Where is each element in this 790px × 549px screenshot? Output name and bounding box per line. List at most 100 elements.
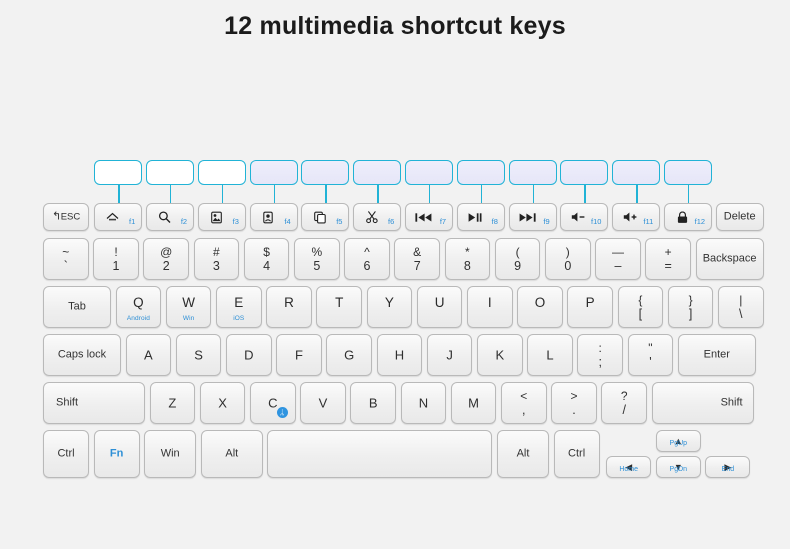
key-h[interactable]: H bbox=[376, 334, 423, 376]
key-u[interactable]: U bbox=[416, 286, 463, 328]
key-f7[interactable]: f7 bbox=[404, 203, 454, 231]
key-2[interactable]: @2 bbox=[143, 238, 189, 280]
key-9[interactable]: (9 bbox=[494, 238, 541, 280]
keyboard: ↰ ESC f1 f2 f3 f4 f5 f6 f7 f8 f9 f10 f11 f12 Delete ~ `!… bbox=[0, 0, 790, 549]
key-label: Ctrl bbox=[568, 447, 586, 460]
key-punct-1[interactable]: " ' bbox=[627, 334, 674, 376]
key-tab[interactable]: Tab bbox=[43, 286, 111, 328]
key-shiftpunct-2[interactable]: ? / bbox=[601, 382, 647, 424]
key-7[interactable]: & 7 bbox=[394, 238, 440, 280]
key-f8[interactable]: f8 bbox=[456, 203, 505, 231]
key-z[interactable]: Z bbox=[149, 382, 196, 424]
key-punct-0[interactable]: :; bbox=[577, 334, 623, 376]
key-l[interactable]: L bbox=[527, 334, 573, 376]
key-f4[interactable]: f4 bbox=[249, 203, 298, 231]
function-key-number: f3 bbox=[232, 216, 239, 226]
key-f2[interactable]: f2 bbox=[145, 203, 195, 231]
key-arrow-right[interactable]: ▶ End bbox=[705, 456, 751, 478]
key-shiftpunct-1[interactable]: >. bbox=[551, 382, 597, 424]
key-label: R bbox=[284, 295, 294, 310]
key-5[interactable]: % 5 bbox=[294, 238, 340, 280]
key-lower-label: ` bbox=[63, 258, 68, 273]
key-f9[interactable]: f9 bbox=[508, 203, 557, 231]
key-x[interactable]: X bbox=[199, 382, 246, 424]
key-m[interactable]: M bbox=[450, 382, 497, 424]
key-space[interactable] bbox=[267, 430, 493, 478]
key-label: G bbox=[344, 347, 355, 363]
key-ctrl-left[interactable]: Ctrl bbox=[43, 430, 89, 478]
key-escape[interactable]: ↰ ESC bbox=[43, 203, 89, 231]
key-upper-label: " bbox=[648, 341, 653, 355]
lock-icon bbox=[674, 210, 691, 225]
key-f1[interactable]: f1 bbox=[94, 203, 143, 231]
key-b[interactable]: B bbox=[350, 382, 396, 424]
key-upper-label: > bbox=[570, 389, 578, 403]
key-r[interactable]: R bbox=[266, 286, 312, 328]
key-f[interactable]: F bbox=[276, 334, 322, 376]
key-bracket-2[interactable]: | \ bbox=[718, 286, 764, 328]
key-o[interactable]: O bbox=[517, 286, 563, 328]
key-lower-label: 8 bbox=[463, 258, 471, 273]
key-bracket-1[interactable]: }] bbox=[667, 286, 714, 328]
key-e[interactable]: EiOS bbox=[216, 286, 262, 328]
key-arrow-up[interactable]: ▲ PgUp bbox=[655, 430, 701, 452]
key-f3[interactable]: f3 bbox=[197, 203, 246, 231]
key-label: B bbox=[368, 395, 378, 411]
key-j[interactable]: J bbox=[426, 334, 473, 376]
key-arrow-down[interactable]: ▼ PgDn bbox=[655, 456, 701, 478]
key-g[interactable]: G bbox=[326, 334, 372, 376]
key-lower-label: = bbox=[664, 258, 672, 273]
key-ctrl-right[interactable]: Ctrl bbox=[553, 430, 600, 478]
key-–[interactable]: — – bbox=[595, 238, 641, 280]
key-shiftpunct-0[interactable]: <, bbox=[501, 382, 547, 424]
key-i[interactable]: I bbox=[467, 286, 513, 328]
key-c[interactable]: Cᛦ bbox=[250, 382, 296, 424]
volume-down-icon bbox=[570, 210, 587, 225]
key-a[interactable]: A bbox=[125, 334, 172, 376]
key-w[interactable]: W Win bbox=[165, 286, 212, 328]
key-bracket-0[interactable]: {[ bbox=[617, 286, 664, 328]
key-f11[interactable]: f11 bbox=[612, 203, 661, 231]
key-lower-label: 2 bbox=[162, 258, 170, 273]
key-alt-right[interactable]: Alt bbox=[497, 430, 549, 478]
key-arrow-left[interactable]: ◀ Home bbox=[606, 456, 652, 478]
function-key-number: f9 bbox=[543, 216, 550, 226]
key-k[interactable]: K bbox=[477, 334, 523, 376]
key-shift-right[interactable]: Shift bbox=[651, 382, 754, 424]
function-key-number: f8 bbox=[491, 216, 498, 226]
key-d[interactable]: D bbox=[226, 334, 272, 376]
key-f12[interactable]: f12 bbox=[663, 203, 713, 231]
key-1[interactable]: ! 1 bbox=[93, 238, 139, 280]
key-lower-label: 4 bbox=[263, 258, 271, 273]
key-p[interactable]: P bbox=[567, 286, 613, 328]
key-enter[interactable]: Enter bbox=[677, 334, 756, 376]
key-v[interactable]: V bbox=[300, 382, 346, 424]
key-f10[interactable]: f10 bbox=[560, 203, 609, 231]
key-lower-label: 1 bbox=[112, 258, 120, 273]
key-s[interactable]: S bbox=[175, 334, 222, 376]
key-`[interactable]: ~ ` bbox=[43, 238, 89, 280]
key-6[interactable]: ^ 6 bbox=[344, 238, 390, 280]
key-delete[interactable]: Delete bbox=[715, 203, 764, 231]
key-win[interactable]: Win bbox=[144, 430, 197, 478]
key-backspace[interactable]: Backspace bbox=[695, 238, 764, 280]
key-3[interactable]: #3 bbox=[193, 238, 240, 280]
key-y[interactable]: Y bbox=[366, 286, 413, 328]
key-4[interactable]: $4 bbox=[243, 238, 290, 280]
key-q[interactable]: Q Android bbox=[115, 286, 162, 328]
key-0[interactable]: ) 0 bbox=[545, 238, 591, 280]
key-f5[interactable]: f5 bbox=[301, 203, 350, 231]
key-t[interactable]: T bbox=[316, 286, 362, 328]
key-fn[interactable]: Fn bbox=[93, 430, 140, 478]
key-caps-lock[interactable]: Caps lock bbox=[43, 334, 121, 376]
key-8[interactable]: * 8 bbox=[444, 238, 491, 280]
next-track-icon bbox=[519, 210, 536, 225]
key-sublabel: iOS bbox=[233, 314, 245, 322]
key-=[interactable]: + = bbox=[645, 238, 691, 280]
key-lower-label: 7 bbox=[413, 258, 421, 273]
key-shift-left[interactable]: Shift bbox=[43, 382, 145, 424]
key-f6[interactable]: f6 bbox=[353, 203, 402, 231]
key-n[interactable]: N bbox=[400, 382, 447, 424]
key-alt-left[interactable]: Alt bbox=[200, 430, 263, 478]
key-label: C bbox=[268, 395, 278, 411]
